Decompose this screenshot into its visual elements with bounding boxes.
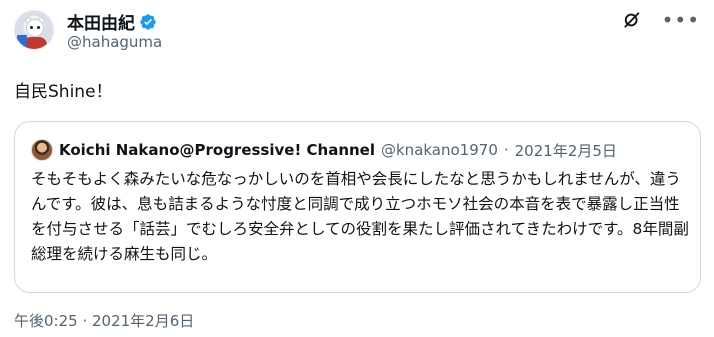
quoted-separator: ·: [503, 141, 509, 159]
quoted-header: Koichi Nakano@Progressive! Channel @knak…: [31, 139, 617, 161]
quoted-date[interactable]: 2021年2月5日: [515, 140, 617, 161]
quoted-display-name[interactable]: Koichi Nakano@Progressive! Channel: [59, 141, 375, 159]
author-name-row: 本田由紀: [67, 9, 157, 34]
top-actions: •••: [622, 10, 700, 30]
verified-badge-icon[interactable]: [139, 13, 157, 31]
author-display-name[interactable]: 本田由紀: [67, 9, 135, 34]
more-icon[interactable]: •••: [662, 10, 700, 30]
quoted-handle[interactable]: @knakano1970: [381, 141, 498, 159]
author-avatar[interactable]: [14, 10, 54, 50]
avatar-book: [17, 35, 27, 49]
quoted-tweet[interactable]: Koichi Nakano@Progressive! Channel @knak…: [14, 121, 701, 293]
tweet-timestamp[interactable]: 午後0:25 · 2021年2月6日: [14, 310, 194, 331]
quoted-text: そもそもよく森みたいな危なっかしいのを首相や会長にしたなと思うかもしれませんが、…: [31, 170, 689, 263]
quoted-avatar[interactable]: [31, 139, 53, 161]
tweet-text: 自民Shine！: [14, 82, 113, 102]
author-handle[interactable]: @hahaguma: [67, 33, 162, 51]
avatar-eyes: [30, 26, 40, 29]
grok-icon[interactable]: [622, 10, 642, 30]
